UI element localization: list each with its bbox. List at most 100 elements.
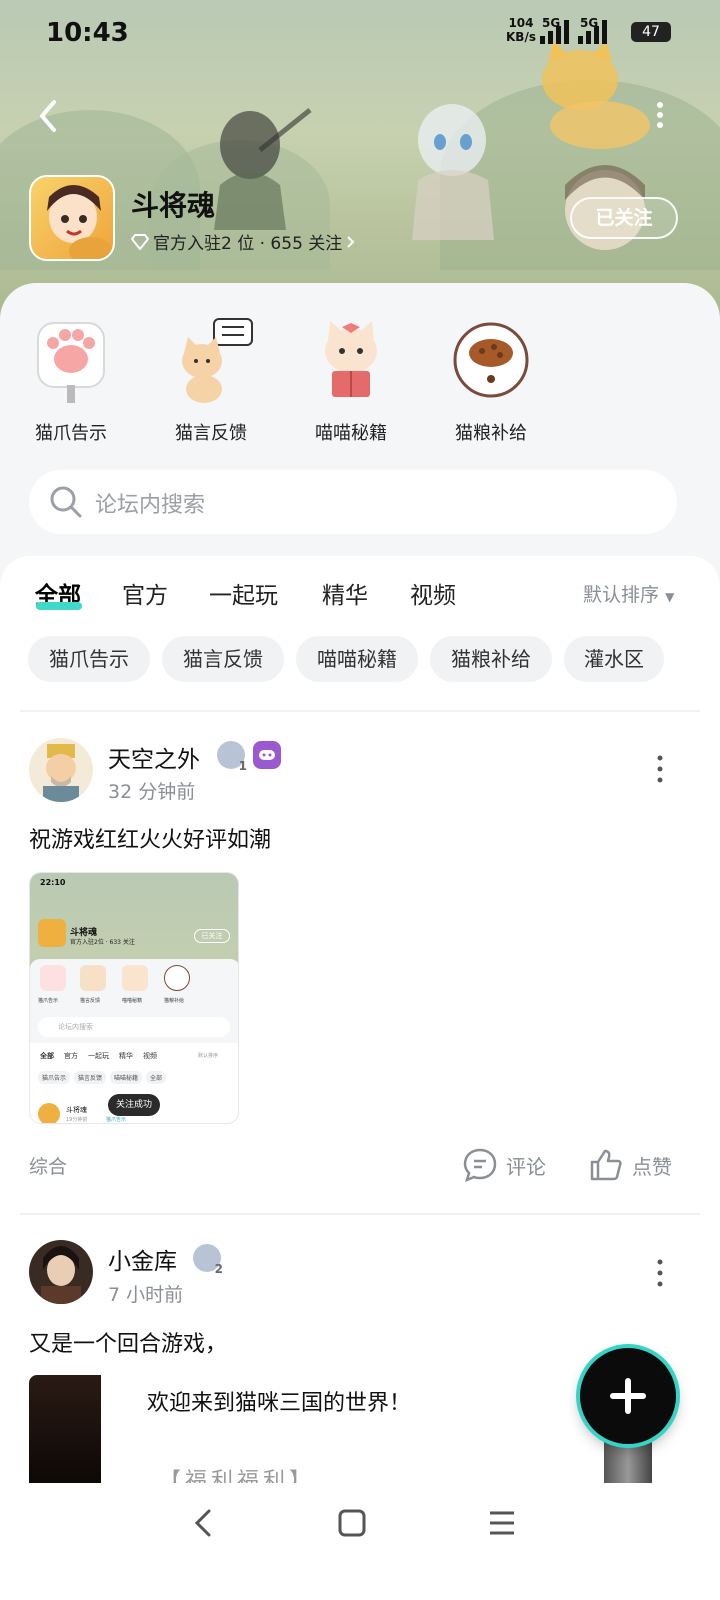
level-number: 2 xyxy=(214,1262,223,1276)
post-time: 7 小时前 xyxy=(108,1284,184,1306)
level-number: 1 xyxy=(238,759,247,773)
forum-subtitle[interactable]: 官方入驻2 位 · 655 关注 xyxy=(131,229,356,254)
system-nav-bar xyxy=(0,1483,720,1600)
comment-icon xyxy=(463,1148,497,1183)
thumb-chips: 猫爪告示 猫言反馈 喵喵秘籍 全部 xyxy=(38,1071,167,1084)
post-image-screenshot[interactable]: 22:10 斗将魂 官方入驻2位 · 633 关注 已关注 猫爪告示 猫言反馈 … xyxy=(29,872,239,1124)
forum-title: 斗将魂 xyxy=(131,189,216,222)
divider xyxy=(20,710,700,712)
post-author[interactable]: 小金库 xyxy=(108,1242,177,1276)
thumb-quick-icon xyxy=(80,965,106,991)
thumb-quick-icon xyxy=(40,965,66,991)
post-image-caption: 欢迎来到猫咪三国的世界！ xyxy=(147,1391,412,1416)
game-controller-badge-icon xyxy=(253,741,281,769)
like-button[interactable]: 点赞 xyxy=(588,1147,672,1183)
chevron-right-icon xyxy=(347,235,355,248)
forum-page: 10:43 104 KB/s 5G 5G 47 斗将魂 官方入驻2 位 · 65… xyxy=(0,0,720,1600)
thumb-tab: 视频 xyxy=(143,1052,157,1060)
net-speed-unit: KB/s xyxy=(506,30,536,44)
signal-icon: 5G xyxy=(540,16,569,44)
create-post-button[interactable] xyxy=(580,1348,676,1444)
post-category[interactable]: 综合 xyxy=(29,1152,67,1179)
quick-link-label: 猫爪告示 xyxy=(35,423,107,444)
thumb-quick-icon xyxy=(164,965,190,991)
forum-search[interactable]: 论坛内搜索 xyxy=(29,470,677,534)
thumb-quick-labels: 猫爪告示 猫言反馈 喵喵秘籍 猫粮补给 xyxy=(38,997,238,1004)
header-banner: 10:43 104 KB/s 5G 5G 47 斗将魂 官方入驻2 位 · 65… xyxy=(0,0,720,330)
thumb-post-author: 斗将魂 xyxy=(66,1106,87,1114)
more-vertical-icon[interactable] xyxy=(650,100,670,130)
filter-chip[interactable]: 灌水区 xyxy=(564,636,664,682)
filter-chip[interactable]: 猫言反馈 xyxy=(162,636,284,682)
thumb-quick-label: 喵喵秘籍 xyxy=(122,998,143,1004)
diamond-icon xyxy=(131,233,149,250)
thumb-tab: 一起玩 xyxy=(88,1052,109,1060)
post-image-thumb xyxy=(29,1375,101,1483)
avatar[interactable] xyxy=(29,1240,93,1304)
tab-featured[interactable]: 精华 xyxy=(322,576,368,610)
post-text[interactable]: 祝游戏红红火火好评如潮 xyxy=(29,822,271,854)
thumb-tab: 精华 xyxy=(119,1052,133,1060)
quick-link-paw-sign[interactable]: 猫爪告示 xyxy=(21,315,121,445)
follow-button[interactable]: 已关注 xyxy=(570,197,678,239)
sort-label: 默认排序 xyxy=(583,584,660,606)
thumb-subtitle: 官方入驻2位 · 633 关注 xyxy=(70,939,135,946)
tab-video[interactable]: 视频 xyxy=(410,576,456,610)
status-time: 10:43 xyxy=(46,18,129,48)
filter-chip[interactable]: 喵喵秘籍 xyxy=(296,636,418,682)
comment-button[interactable]: 评论 xyxy=(462,1147,546,1183)
quick-link-cat-food[interactable]: 猫粮补给 xyxy=(441,315,541,445)
thumbs-up-icon xyxy=(590,1149,622,1181)
post-author[interactable]: 天空之外 xyxy=(108,740,200,774)
status-bar: 10:43 104 KB/s 5G 5G 47 xyxy=(0,0,720,70)
plus-icon xyxy=(625,1378,631,1414)
sort-dropdown[interactable]: 默认排序 ▼ xyxy=(583,580,674,607)
net-speed: 104 KB/s xyxy=(506,16,536,44)
filter-chip[interactable]: 猫粮补给 xyxy=(430,636,552,682)
nav-home-icon[interactable] xyxy=(334,1505,370,1541)
back-arrow-icon[interactable] xyxy=(32,96,68,136)
cat-food-bowl-icon xyxy=(453,322,529,398)
thumb-chip: 猫言反馈 xyxy=(74,1071,107,1084)
sim2-label: 5G xyxy=(580,16,599,30)
quick-link-label: 猫言反馈 xyxy=(175,423,247,444)
quick-link-feedback[interactable]: 猫言反馈 xyxy=(161,315,261,445)
thumb-tab: 全部 xyxy=(40,1052,54,1060)
thumb-chip: 猫爪告示 xyxy=(38,1071,71,1084)
like-label: 点赞 xyxy=(632,1154,672,1179)
more-vertical-icon[interactable] xyxy=(656,754,664,784)
cat-feedback-icon xyxy=(182,318,253,403)
caret-down-icon: ▼ xyxy=(665,590,675,604)
fab-shadow xyxy=(604,1440,652,1483)
comment-label: 评论 xyxy=(506,1154,546,1179)
thumb-quick-label: 猫爪告示 xyxy=(38,998,59,1004)
level-badge-icon: 2 xyxy=(193,1244,223,1276)
more-vertical-icon[interactable] xyxy=(656,1258,664,1288)
thumb-app-icon xyxy=(38,919,66,947)
avatar[interactable] xyxy=(29,738,93,802)
thumb-quick-label: 猫粮补给 xyxy=(164,998,185,1004)
nav-back-icon[interactable] xyxy=(185,1505,221,1541)
toast-followed: 关注成功 xyxy=(108,1094,160,1116)
tab-play-together[interactable]: 一起玩 xyxy=(209,576,278,610)
net-speed-value: 104 xyxy=(508,16,534,30)
quick-link-secrets[interactable]: 喵喵秘籍 xyxy=(301,315,401,445)
filter-chip[interactable]: 猫爪告示 xyxy=(28,636,150,682)
signal-icon: 5G xyxy=(578,16,607,44)
thumb-post-tag: 猫爪告示 xyxy=(106,1117,127,1123)
banner-character-white-fox xyxy=(412,104,494,240)
forum-app-icon xyxy=(29,175,115,261)
paw-sign-icon xyxy=(37,322,105,403)
battery-icon: 47 xyxy=(631,22,671,42)
quick-link-label: 喵喵秘籍 xyxy=(315,423,387,444)
post-text[interactable]: 又是一个回合游戏， xyxy=(29,1326,227,1358)
post-image-caption-2: 【福利福利】 xyxy=(159,1469,316,1483)
forum-stats: 官方入驻2 位 · 655 关注 xyxy=(153,234,343,254)
tab-official[interactable]: 官方 xyxy=(122,576,168,610)
nav-menu-icon[interactable] xyxy=(484,1505,520,1541)
thumb-tabs: 全部 官方 一起玩 精华 视频 xyxy=(40,1051,157,1061)
active-tab-indicator xyxy=(36,602,82,610)
thumb-chip: 喵喵秘籍 xyxy=(110,1071,143,1084)
thumb-post-time: 19分钟前 xyxy=(66,1117,88,1123)
thumb-time: 22:10 xyxy=(40,878,66,887)
